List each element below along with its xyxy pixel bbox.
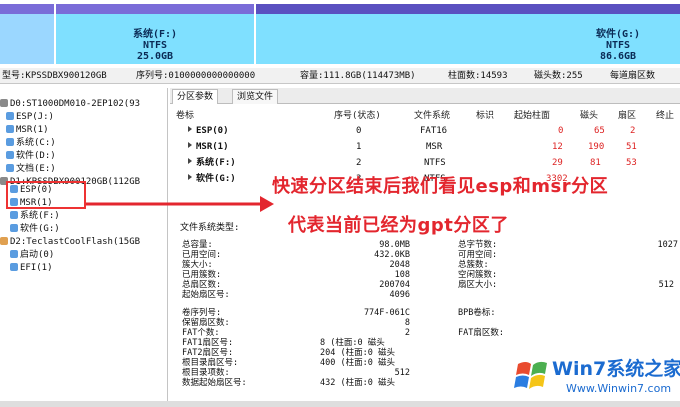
tree-partition[interactable]: 软件(D:)	[6, 150, 56, 163]
tree-disk-d0[interactable]: D0:ST1000DM010-2EP102(93	[0, 98, 140, 111]
partition-arrow-icon	[188, 126, 192, 132]
tab-browse-files[interactable]: 浏览文件	[232, 89, 279, 104]
col-header-sector[interactable]: 扇区	[618, 108, 636, 121]
annotation-text-line2: 代表当前已经为gpt分区了	[288, 215, 509, 236]
disk-sectors-per-track: 每道扇区数	[610, 71, 656, 81]
filesystem-type-label: 文件系统类型:	[180, 223, 240, 233]
tree-partition[interactable]: MSR(1)	[6, 124, 49, 137]
col-header-head[interactable]: 磁头	[580, 108, 598, 121]
partition-icon	[6, 125, 14, 133]
partition-icon	[10, 211, 18, 219]
tree-partition[interactable]: 启动(0)	[10, 249, 54, 262]
highlight-box	[6, 181, 86, 209]
watermark: Win7系统之家 Www.Winwin7.com	[510, 352, 680, 402]
usb-drive-icon	[0, 237, 8, 245]
disk-capacity: 容量:111.8GB(114473MB)	[300, 71, 416, 81]
red-arrow-icon	[86, 196, 274, 212]
tree-partition[interactable]: 系统(F:)	[10, 210, 60, 223]
table-row[interactable]: ESP(0) 0 FAT16 0 65 2	[170, 124, 680, 138]
tree-partition[interactable]: 文档(E:)	[6, 163, 56, 176]
disk-info-bar: 型号:KPSSDBX900120GB 序列号:0100000000000000 …	[0, 68, 680, 84]
disk-map-partition-g[interactable]: 软件(G:) NTFS 86.6GB	[256, 4, 680, 64]
disk-map-partition-f[interactable]: 系统(F:) NTFS 25.0GB	[56, 4, 254, 64]
col-header-fs[interactable]: 文件系统	[414, 108, 450, 121]
partition-fs: NTFS	[142, 40, 168, 51]
disk-heads: 磁头数:255	[534, 71, 583, 81]
table-row[interactable]: 系统(F:) 2 NTFS 29 81 53	[170, 156, 680, 170]
partition-icon	[10, 263, 18, 271]
annotation-text-line1: 快速分区结束后我们看见esp和msr分区	[272, 176, 609, 197]
watermark-url: Www.Winwin7.com	[566, 382, 672, 395]
partition-icon	[6, 164, 14, 172]
tree-partition[interactable]: EFI(1)	[10, 262, 53, 275]
partition-icon	[10, 224, 18, 232]
partition-size: 25.0GB	[136, 51, 174, 62]
tab-partition-params[interactable]: 分区参数	[172, 89, 219, 104]
partition-size: 86.6GB	[599, 51, 637, 62]
col-header-num[interactable]: 序号(状态)	[334, 108, 381, 121]
partition-icon	[6, 138, 14, 146]
disk-icon	[0, 99, 8, 107]
col-header-start-cyl[interactable]: 起始柱面	[514, 108, 550, 121]
partition-fs: NTFS	[605, 40, 631, 51]
partition-name: 软件(G:)	[595, 29, 641, 40]
col-header-label[interactable]: 卷标	[176, 108, 194, 121]
tree-disk-d2[interactable]: D2:TeclastCoolFlash(15GB	[0, 236, 140, 249]
col-header-flag[interactable]: 标识	[476, 108, 494, 121]
partition-arrow-icon	[188, 158, 192, 164]
disk-map: 系统(F:) NTFS 25.0GB 软件(G:) NTFS 86.6GB	[0, 0, 680, 66]
partition-name: 系统(F:)	[132, 29, 178, 40]
tab-bar: 分区参数 浏览文件	[170, 88, 680, 104]
partition-icon	[6, 112, 14, 120]
disk-serial: 序列号:0100000000000000	[136, 71, 256, 81]
partition-arrow-icon	[188, 142, 192, 148]
tree-partition[interactable]: 系统(C:)	[6, 137, 56, 150]
tree-partition[interactable]: ESP(J:)	[6, 111, 54, 124]
watermark-title: Win7系统之家	[552, 358, 680, 380]
disk-tree: D0:ST1000DM010-2EP102(93 ESP(J:) MSR(1) …	[0, 88, 168, 407]
disk-cylinders: 柱面数:14593	[448, 71, 508, 81]
disk-map-partition-prev[interactable]	[0, 4, 54, 64]
tree-partition[interactable]: 软件(G:)	[10, 223, 60, 236]
windows-logo-icon	[514, 361, 547, 389]
col-header-end[interactable]: 终止	[656, 108, 674, 121]
disk-model: 型号:KPSSDBX900120GB	[2, 71, 107, 81]
partition-icon	[10, 250, 18, 258]
partition-icon	[6, 151, 14, 159]
table-row[interactable]: MSR(1) 1 MSR 12 190 51	[170, 140, 680, 154]
